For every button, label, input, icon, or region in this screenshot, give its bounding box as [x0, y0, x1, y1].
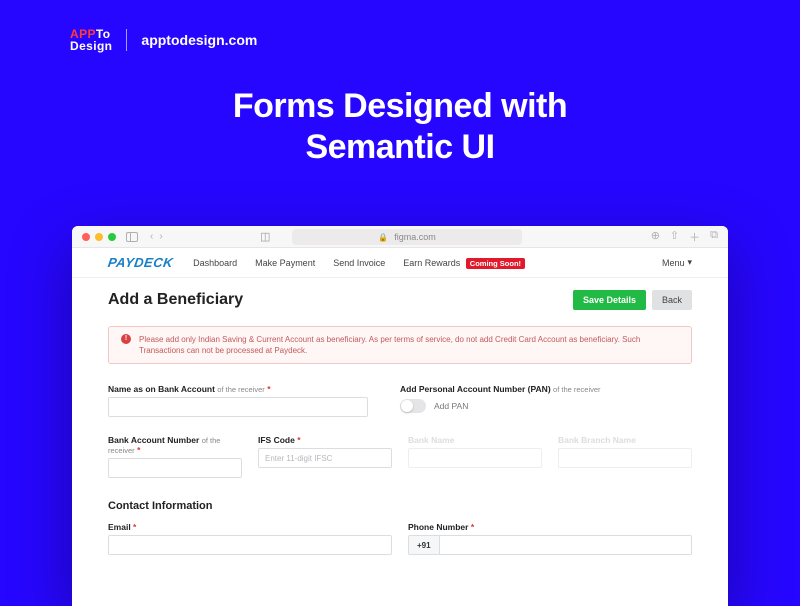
traffic-lights — [82, 233, 116, 241]
page-title: Add a Beneficiary — [108, 291, 243, 309]
pan-label: Add Personal Account Number (PAN) of the… — [400, 384, 692, 394]
phone-label: Phone Number * — [408, 522, 692, 532]
browser-chrome: ‹ › ◫ 🔒 figma.com ⊕ ⇧ ＋ ⧉ — [72, 226, 728, 248]
nav-dashboard[interactable]: Dashboard — [193, 258, 237, 268]
divider — [126, 29, 127, 51]
bank-branch-label: Bank Branch Name — [558, 435, 692, 445]
close-icon[interactable] — [82, 233, 90, 241]
contact-section-title: Contact Information — [108, 500, 692, 512]
save-details-button[interactable]: Save Details — [573, 290, 646, 310]
nav-earn-rewards-label: Earn Rewards — [403, 258, 460, 268]
back-icon[interactable]: ‹ — [150, 231, 153, 242]
forward-icon[interactable]: › — [159, 231, 162, 242]
coming-soon-badge: Coming Soon! — [466, 258, 525, 269]
phone-input[interactable] — [439, 535, 692, 555]
lock-icon: 🔒 — [378, 233, 388, 242]
ifs-label: IFS Code * — [258, 435, 392, 445]
chevron-down-icon: ▾ — [687, 257, 692, 268]
nav-send-invoice[interactable]: Send Invoice — [333, 258, 385, 268]
bank-name-label: Bank Name — [408, 435, 542, 445]
domain-text: apptodesign.com — [141, 32, 257, 48]
ifs-input[interactable] — [258, 448, 392, 468]
privacy-shield-icon[interactable]: ◫ — [260, 230, 270, 243]
hero-line2: Semantic UI — [305, 128, 494, 166]
paydeck-logo[interactable]: PAYDECK — [108, 255, 173, 270]
apptodesign-logo: APPTo Design — [70, 28, 112, 52]
new-tab-icon[interactable]: ＋ — [689, 229, 700, 245]
download-icon[interactable]: ⊕ — [651, 229, 660, 245]
warning-alert: ! Please add only Indian Saving & Curren… — [108, 326, 692, 364]
phone-prefix: +91 — [408, 535, 439, 555]
minimize-icon[interactable] — [95, 233, 103, 241]
email-input[interactable] — [108, 535, 392, 555]
nav-menu-dropdown[interactable]: Menu ▾ — [662, 257, 692, 268]
alert-icon: ! — [121, 334, 131, 344]
app-nav: PAYDECK Dashboard Make Payment Send Invo… — [72, 248, 728, 278]
address-bar[interactable]: 🔒 figma.com — [292, 229, 522, 245]
promo-header: APPTo Design apptodesign.com — [0, 0, 800, 52]
name-label: Name as on Bank Account of the receiver … — [108, 384, 368, 394]
alert-message: Please add only Indian Saving & Current … — [139, 334, 679, 356]
bank-branch-input — [558, 448, 692, 468]
maximize-icon[interactable] — [108, 233, 116, 241]
browser-window: ‹ › ◫ 🔒 figma.com ⊕ ⇧ ＋ ⧉ PAYDECK Dashbo… — [72, 226, 728, 606]
email-label: Email * — [108, 522, 392, 532]
account-input[interactable] — [108, 458, 242, 478]
name-input[interactable] — [108, 397, 368, 417]
nav-earn-rewards[interactable]: Earn Rewards Coming Soon! — [403, 258, 525, 268]
tabs-icon[interactable]: ⧉ — [710, 229, 718, 245]
share-icon[interactable]: ⇧ — [670, 229, 679, 245]
sidebar-toggle-icon[interactable] — [126, 232, 138, 242]
address-url: figma.com — [394, 232, 436, 242]
hero-line1: Forms Designed with — [233, 87, 567, 125]
nav-menu-label: Menu — [662, 258, 685, 268]
hero-title: Forms Designed with Semantic UI — [0, 86, 800, 168]
logo-text-design: Design — [70, 40, 112, 52]
pan-toggle-label: Add PAN — [434, 401, 468, 411]
nav-make-payment[interactable]: Make Payment — [255, 258, 315, 268]
back-button[interactable]: Back — [652, 290, 692, 310]
pan-toggle[interactable] — [400, 399, 426, 413]
account-label: Bank Account Number of the receiver * — [108, 435, 242, 455]
bank-name-input — [408, 448, 542, 468]
